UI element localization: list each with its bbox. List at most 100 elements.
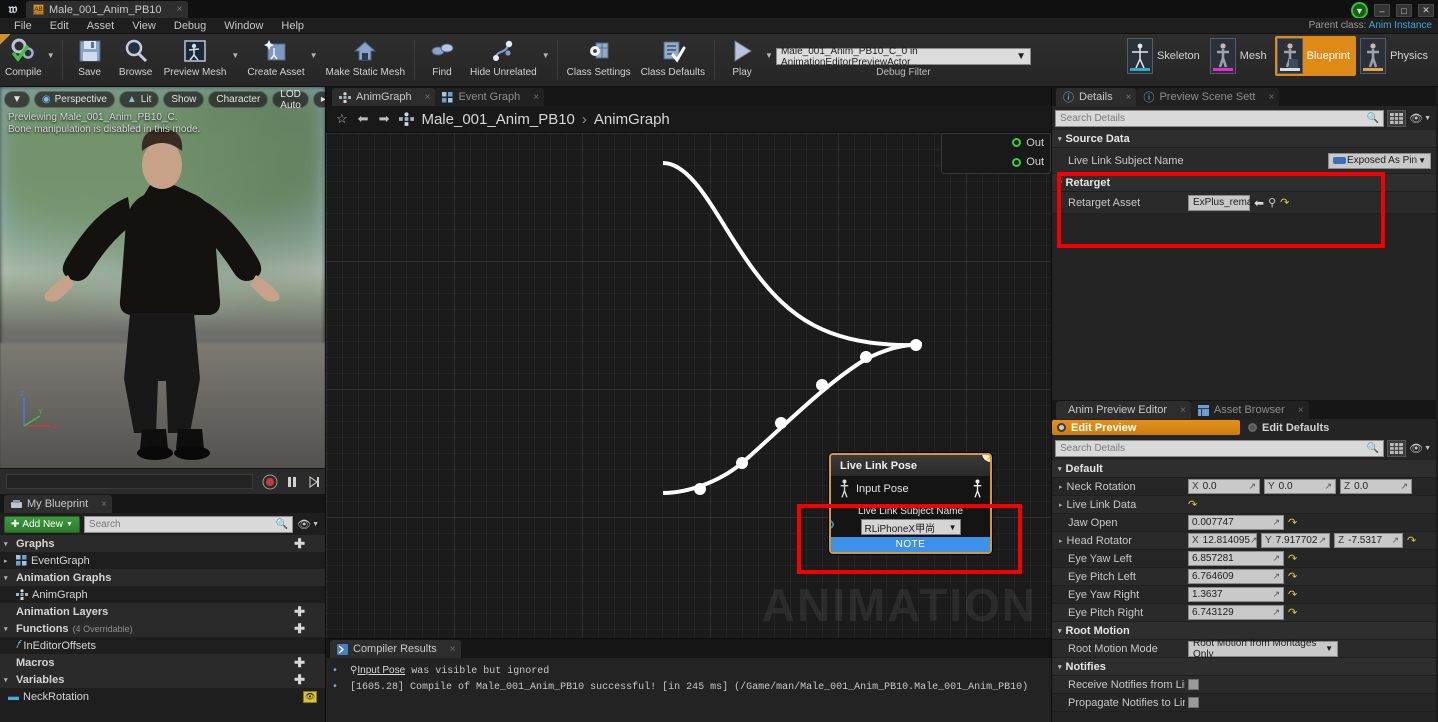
browse-icon[interactable]: ⚲ bbox=[1268, 196, 1276, 209]
add-animation-layer-button[interactable]: ✚ bbox=[294, 604, 305, 620]
mb-category-variables[interactable]: ▾ Variables ✚ bbox=[0, 671, 325, 688]
viewport-show-button[interactable]: Show bbox=[163, 91, 205, 108]
mb-category-animation-layers[interactable]: Animation Layers ✚ bbox=[0, 603, 325, 620]
close-icon[interactable]: × bbox=[533, 92, 539, 103]
back-arrow-icon[interactable]: ⬅ bbox=[358, 111, 369, 127]
reset-icon[interactable]: ↷ bbox=[1288, 570, 1297, 583]
triangle-right-icon[interactable]: ▸ bbox=[1059, 537, 1063, 545]
back-arrow-icon[interactable]: ⬅ bbox=[1254, 196, 1264, 210]
favorite-star-icon[interactable]: ☆ bbox=[336, 111, 348, 127]
anim-graph-canvas[interactable]: Zoom 1 Out Out bbox=[326, 133, 1051, 638]
pose-pin-output-icon[interactable] bbox=[972, 479, 983, 499]
pose-pin-white-icon[interactable] bbox=[839, 479, 850, 499]
compile-dropdown-arrow[interactable]: ▼ bbox=[47, 34, 58, 86]
menu-help[interactable]: Help bbox=[273, 19, 312, 33]
add-graph-button[interactable]: ✚ bbox=[294, 536, 305, 552]
tab-preview-scene-settings[interactable]: ⓘ Preview Scene Sett × bbox=[1136, 88, 1280, 106]
record-button[interactable] bbox=[259, 471, 281, 493]
close-icon[interactable]: × bbox=[1180, 405, 1186, 416]
hide-unrelated-dropdown-arrow[interactable]: ▼ bbox=[542, 34, 553, 86]
viewport-speed-button[interactable]: ▸ x1.0 bbox=[312, 91, 325, 108]
mb-item-animgraph[interactable]: AnimGraph bbox=[0, 586, 325, 603]
subject-name-pin-icon[interactable] bbox=[831, 520, 834, 529]
propagate-notifies-checkbox[interactable] bbox=[1188, 697, 1199, 708]
neck-rotation-z-input[interactable]: Z 0.0 ↗ bbox=[1340, 479, 1412, 494]
anim-preview-section-notifies[interactable]: ▾ Notifies bbox=[1052, 658, 1436, 676]
tab-compiler-results[interactable]: Compiler Results × bbox=[330, 640, 461, 658]
tab-asset-browser[interactable]: Asset Browser × bbox=[1190, 401, 1309, 419]
reset-icon[interactable]: ↷ bbox=[1288, 552, 1297, 565]
close-icon[interactable]: × bbox=[450, 644, 456, 655]
my-blueprint-search-input[interactable]: Search 🔍 bbox=[83, 515, 294, 533]
triangle-right-icon[interactable]: ▸ bbox=[1059, 501, 1063, 509]
head-rotator-x-input[interactable]: X 12.814095 ↗ bbox=[1188, 533, 1258, 548]
eye-pitch-right-input[interactable]: 6.743129 ↗ bbox=[1188, 605, 1284, 620]
details-search-input[interactable]: Search Details 🔍 bbox=[1055, 109, 1385, 127]
play-button[interactable]: Play bbox=[719, 34, 765, 86]
mb-category-graphs[interactable]: ▾ Graphs ✚ bbox=[0, 535, 325, 552]
root-motion-mode-dropdown[interactable]: Root Motion from Montages Only ▼ bbox=[1188, 638, 1338, 660]
eye-yaw-right-input[interactable]: 1.3637 ↗ bbox=[1188, 587, 1284, 602]
debug-filter-dropdown[interactable]: Male_001_Anim_PB10_C_0 in AnimationEdito… bbox=[775, 46, 1031, 68]
minimize-button[interactable]: – bbox=[1374, 4, 1390, 17]
menu-asset[interactable]: Asset bbox=[79, 19, 123, 33]
close-icon[interactable]: × bbox=[425, 92, 431, 103]
tab-anim-preview-editor[interactable]: Anim Preview Editor × bbox=[1056, 401, 1191, 419]
maximize-button[interactable]: □ bbox=[1396, 4, 1412, 17]
preview-mesh-dropdown-arrow[interactable]: ▼ bbox=[231, 34, 242, 86]
details-visibility-button[interactable]: 👁 ▼ bbox=[1409, 112, 1433, 125]
close-icon[interactable]: × bbox=[1268, 92, 1274, 103]
add-variable-button[interactable]: ✚ bbox=[294, 672, 305, 688]
pause-button[interactable] bbox=[281, 471, 303, 493]
head-rotator-z-input[interactable]: Z -7.5317 ↗ bbox=[1334, 533, 1403, 548]
step-forward-button[interactable] bbox=[303, 471, 325, 493]
mode-skeleton[interactable]: Skeleton bbox=[1125, 36, 1206, 76]
anim-preview-visibility-button[interactable]: 👁 ▼ bbox=[1409, 442, 1433, 455]
mb-category-functions[interactable]: ▾ Functions (4 Overridable) ✚ bbox=[0, 620, 325, 637]
node-note-bar[interactable]: NOTE bbox=[831, 537, 990, 552]
live-link-pose-node[interactable]: ⚡ Live Link Pose Input Pose Live Link bbox=[829, 453, 992, 554]
viewport-perspective-button[interactable]: ◉ Perspective bbox=[33, 91, 115, 108]
reset-icon[interactable]: ↷ bbox=[1288, 606, 1297, 619]
details-section-retarget[interactable]: ▾ Retarget bbox=[1052, 174, 1436, 192]
mode-mesh[interactable]: Mesh bbox=[1208, 36, 1273, 76]
breadcrumb-root[interactable]: Male_001_Anim_PB10 bbox=[421, 111, 574, 128]
details-section-source-data[interactable]: ▾ Source Data bbox=[1052, 130, 1436, 148]
neck-rotation-y-input[interactable]: Y 0.0 ↗ bbox=[1264, 479, 1336, 494]
close-icon[interactable]: × bbox=[177, 4, 183, 15]
reset-icon[interactable]: ↷ bbox=[1288, 516, 1297, 529]
tab-my-blueprint[interactable]: My Blueprint × bbox=[4, 495, 112, 513]
edit-defaults-toggle[interactable]: Edit Defaults bbox=[1240, 422, 1329, 434]
reset-icon[interactable]: ↷ bbox=[1407, 534, 1416, 547]
class-defaults-button[interactable]: Class Defaults bbox=[636, 34, 710, 86]
anim-preview-search-input[interactable]: Search Details 🔍 bbox=[1055, 439, 1385, 457]
close-icon[interactable]: × bbox=[1298, 405, 1304, 416]
receive-notifies-checkbox[interactable] bbox=[1188, 679, 1199, 690]
jaw-open-input[interactable]: 0.007747 ↗ bbox=[1188, 515, 1284, 530]
edit-preview-toggle[interactable]: Edit Preview bbox=[1052, 420, 1240, 435]
live-link-subject-name-dropdown[interactable]: RLiPhoneX甲尚 ▼ bbox=[860, 519, 961, 535]
head-rotator-y-input[interactable]: Y 7.917702 ↗ bbox=[1261, 533, 1330, 548]
tab-details[interactable]: ⓘ Details × bbox=[1056, 88, 1137, 106]
eye-yaw-left-input[interactable]: 6.857281 ↗ bbox=[1188, 551, 1284, 566]
hide-unrelated-button[interactable]: Hide Unrelated bbox=[465, 34, 542, 86]
breadcrumb-leaf[interactable]: AnimGraph bbox=[594, 111, 670, 128]
close-icon[interactable]: × bbox=[101, 499, 107, 510]
reset-icon[interactable]: ↷ bbox=[1188, 498, 1197, 511]
create-asset-dropdown-arrow[interactable]: ▼ bbox=[310, 34, 321, 86]
forward-arrow-icon[interactable]: ➡ bbox=[379, 111, 390, 127]
class-settings-button[interactable]: Class Settings bbox=[562, 34, 636, 86]
close-icon[interactable]: × bbox=[1126, 92, 1132, 103]
viewport-menu-button[interactable]: ▼ bbox=[4, 91, 30, 108]
visibility-options-button[interactable]: 👁 ▼ bbox=[297, 518, 321, 531]
viewport-character-button[interactable]: Character bbox=[208, 91, 269, 108]
mode-blueprint[interactable]: Blueprint bbox=[1274, 36, 1357, 76]
find-button[interactable]: Find bbox=[419, 34, 465, 86]
document-tab[interactable]: AB Male_001_Anim_PB10 × bbox=[26, 1, 189, 18]
play-dropdown-arrow[interactable]: ▼ bbox=[765, 34, 776, 86]
playback-scrubber[interactable] bbox=[6, 474, 253, 489]
save-button[interactable]: Save bbox=[67, 34, 113, 86]
eye-pitch-left-input[interactable]: 6.764609 ↗ bbox=[1188, 569, 1284, 584]
parent-class-value[interactable]: Anim Instance bbox=[1369, 20, 1432, 31]
compiler-log[interactable]: • ⚲Input Pose was visible but ignored • … bbox=[326, 658, 1051, 722]
